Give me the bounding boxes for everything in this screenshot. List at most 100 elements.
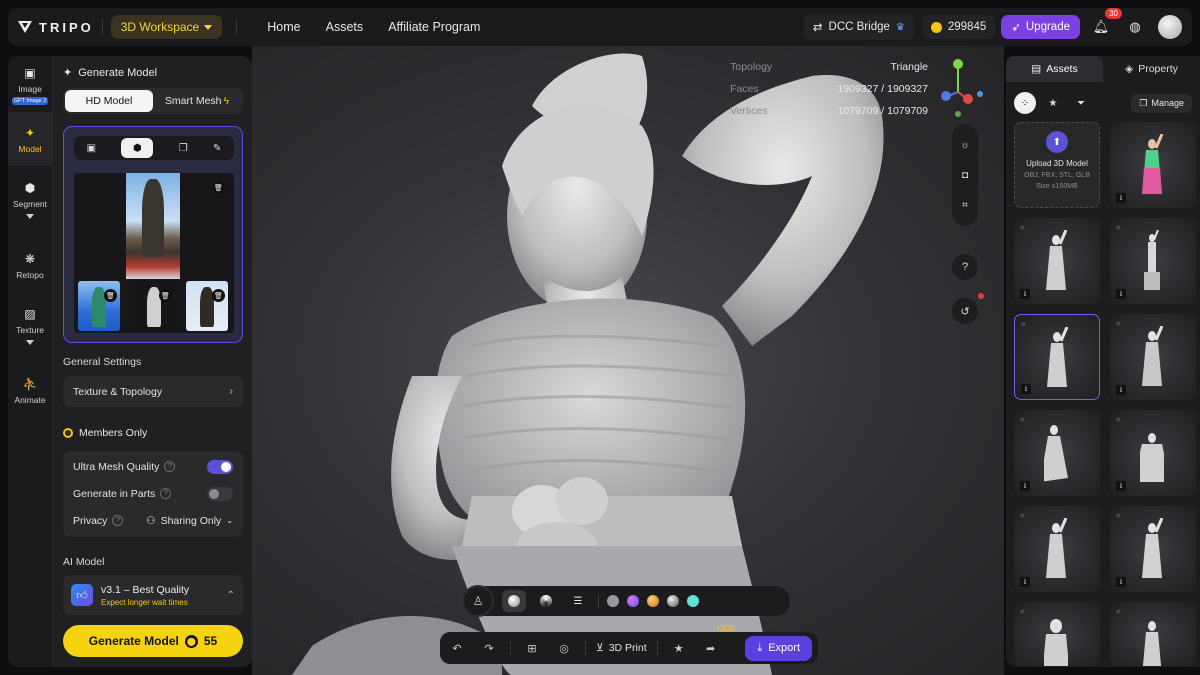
info-icon[interactable]: i <box>1116 481 1126 491</box>
nav-home[interactable]: Home <box>267 20 300 34</box>
nav-assets[interactable]: Assets <box>326 20 364 34</box>
delete-image-icon[interactable]: 🗑︎ <box>212 181 225 194</box>
gallery-mode-icon[interactable]: ❐ <box>179 143 188 154</box>
expand-corners-icon[interactable]: ⌗ <box>1116 415 1121 425</box>
clay-material-button[interactable] <box>502 590 526 612</box>
delete-image-icon[interactable]: 🗑︎ <box>159 289 172 302</box>
gift-icon[interactable]: ⊞ <box>521 642 543 655</box>
asset-tile-selected[interactable]: ⌗ i <box>1014 314 1100 400</box>
material-settings-button[interactable]: ☰ <box>566 590 590 612</box>
export-button[interactable]: ⤓ Export <box>745 635 812 661</box>
image-mode-icon[interactable]: ▣ <box>87 143 96 154</box>
grid-view-icon[interactable]: ⁘ <box>1014 92 1036 114</box>
undo-icon[interactable]: ↶ <box>446 642 468 655</box>
expand-corners-icon[interactable]: ⌗ <box>1116 607 1121 617</box>
star-icon[interactable]: ★ <box>668 642 690 655</box>
favorites-star-icon[interactable]: ★ <box>1042 92 1064 114</box>
dcc-bridge-button[interactable]: ⇄ DCC Bridge ♛ <box>803 14 914 40</box>
filter-icon[interactable]: ⏷ <box>1070 92 1092 114</box>
info-icon[interactable]: i <box>1020 481 1030 491</box>
ai-model-selector[interactable]: 👍︎ v3.1 – Best Quality Expect longer wai… <box>63 575 243 615</box>
delete-image-icon[interactable]: 🗑︎ <box>104 289 117 302</box>
multiview-mode-icon[interactable]: ⬢ <box>121 138 154 158</box>
axis-gizmo[interactable] <box>930 56 990 120</box>
tripo-logo[interactable]: TRIPO <box>18 20 94 35</box>
hd-model-tab[interactable]: HD Model <box>65 90 153 112</box>
help-icon[interactable]: ? <box>160 488 172 499</box>
info-icon[interactable]: i <box>1116 385 1126 395</box>
asset-tile[interactable]: ⌗ i <box>1014 410 1100 496</box>
workspace-dropdown[interactable]: 3D Workspace <box>110 15 223 39</box>
credits-balance[interactable]: 299845 <box>921 15 996 39</box>
rail-item-image[interactable]: ▣ Image GPT Image 2 <box>8 66 52 105</box>
upload-3d-model-tile[interactable]: ⬆ Upload 3D Model OBJ, FBX, STL, GLB Siz… <box>1014 122 1100 208</box>
expand-corners-icon[interactable]: ⌗ <box>1020 415 1025 425</box>
redo-icon[interactable]: ↷ <box>478 642 500 655</box>
info-icon[interactable]: i <box>1021 384 1031 394</box>
gray-swatch[interactable] <box>607 595 619 607</box>
generate-parts-toggle[interactable] <box>207 486 233 501</box>
rail-item-texture[interactable]: ▨ Texture <box>8 307 52 347</box>
help-icon[interactable]: ? <box>164 461 176 472</box>
main-reference-image[interactable] <box>126 173 180 279</box>
user-avatar[interactable] <box>1158 15 1182 39</box>
history-button[interactable]: ↺ <box>952 298 978 324</box>
asset-tile[interactable]: ⌗ i <box>1110 314 1196 400</box>
expand-corners-icon[interactable]: ⌗ <box>1020 607 1025 617</box>
pencil-icon[interactable]: ✎ <box>213 143 221 154</box>
asset-tile[interactable]: ⌗ <box>1110 602 1196 666</box>
texture-topology-row[interactable]: Texture & Topology › <box>63 376 243 407</box>
generate-model-button[interactable]: Generate Model ⬤ 55 <box>63 625 243 657</box>
uploaded-images-area[interactable]: 🗑︎ 🗑︎ 🗑︎ 🗑︎ <box>74 173 234 333</box>
view-thumbnail-3[interactable]: 🗑︎ <box>186 281 228 331</box>
language-button[interactable]: ◍ <box>1122 14 1148 40</box>
ultra-mesh-toggle[interactable] <box>207 459 233 474</box>
rail-item-segment[interactable]: ⬢ Segment <box>8 181 52 221</box>
lighting-icon[interactable]: ☼ <box>960 140 969 151</box>
nav-affiliate-program[interactable]: Affiliate Program <box>388 20 480 34</box>
rail-item-animate[interactable]: ⛹ Animate <box>8 377 52 405</box>
rail-item-model[interactable]: ✦ Model <box>8 126 52 154</box>
manage-button[interactable]: ❐ Manage <box>1131 93 1192 113</box>
expand-corners-icon[interactable]: ⌗ <box>1021 320 1026 330</box>
upgrade-button[interactable]: ➶ Upgrade <box>1001 15 1080 39</box>
info-icon[interactable]: i <box>1116 289 1126 299</box>
view-thumbnail-2[interactable]: 🗑︎ <box>133 281 175 331</box>
expand-corners-icon[interactable]: ⌗ <box>1020 223 1025 233</box>
teal-swatch[interactable] <box>687 595 699 607</box>
model-thumbnail[interactable]: ♙ <box>462 585 494 617</box>
info-icon[interactable]: i <box>1116 577 1126 587</box>
iridescent-swatch[interactable] <box>627 595 639 607</box>
asset-tile[interactable]: i <box>1110 122 1196 208</box>
asset-tile[interactable]: ⌗ i <box>1110 218 1196 304</box>
orbit-icon[interactable]: ◎ <box>553 642 575 655</box>
asset-tile[interactable]: ⌗ i <box>1110 410 1196 496</box>
gold-swatch[interactable] <box>647 595 659 607</box>
settings-sliders-icon[interactable]: ⌗ <box>962 200 968 211</box>
asset-tile[interactable]: ⌗ <box>1014 602 1100 666</box>
3d-print-button[interactable]: ⊻ 3D Print <box>596 642 647 654</box>
normal-material-button[interactable] <box>534 590 558 612</box>
notifications-button[interactable]: 🔔︎ 30 <box>1088 8 1122 40</box>
expand-corners-icon[interactable]: ⌗ <box>1116 319 1121 329</box>
share-icon[interactable]: ➦ <box>700 642 722 655</box>
asset-tile[interactable]: ⌗ i <box>1110 506 1196 592</box>
info-icon[interactable]: i <box>1020 289 1030 299</box>
delete-image-icon[interactable]: 🗑︎ <box>212 289 225 302</box>
chrome-swatch[interactable] <box>667 595 679 607</box>
expand-corners-icon[interactable]: ⌗ <box>1116 223 1121 233</box>
expand-corners-icon[interactable]: ⌗ <box>1116 511 1121 521</box>
asset-tile[interactable]: ⌗ i <box>1014 506 1100 592</box>
tab-property[interactable]: ◈ Property <box>1103 56 1200 82</box>
asset-tile[interactable]: ⌗ i <box>1014 218 1100 304</box>
expand-corners-icon[interactable]: ⌗ <box>1020 511 1025 521</box>
help-button[interactable]: ? <box>952 254 978 280</box>
tab-assets[interactable]: ▤ Assets <box>1006 56 1103 82</box>
privacy-select[interactable]: ⚇ Sharing Only ⌄ <box>146 515 233 527</box>
view-thumbnail-1[interactable]: 🗑︎ <box>78 281 120 331</box>
camera-icon[interactable]: ◘ <box>962 170 968 181</box>
rail-item-retopo[interactable]: ❋ Retopo <box>8 252 52 280</box>
info-icon[interactable]: i <box>1020 577 1030 587</box>
help-icon[interactable]: ? <box>112 515 124 526</box>
3d-viewport[interactable]: Topology Triangle Faces 1909327 / 1909327 … <box>252 46 1004 675</box>
